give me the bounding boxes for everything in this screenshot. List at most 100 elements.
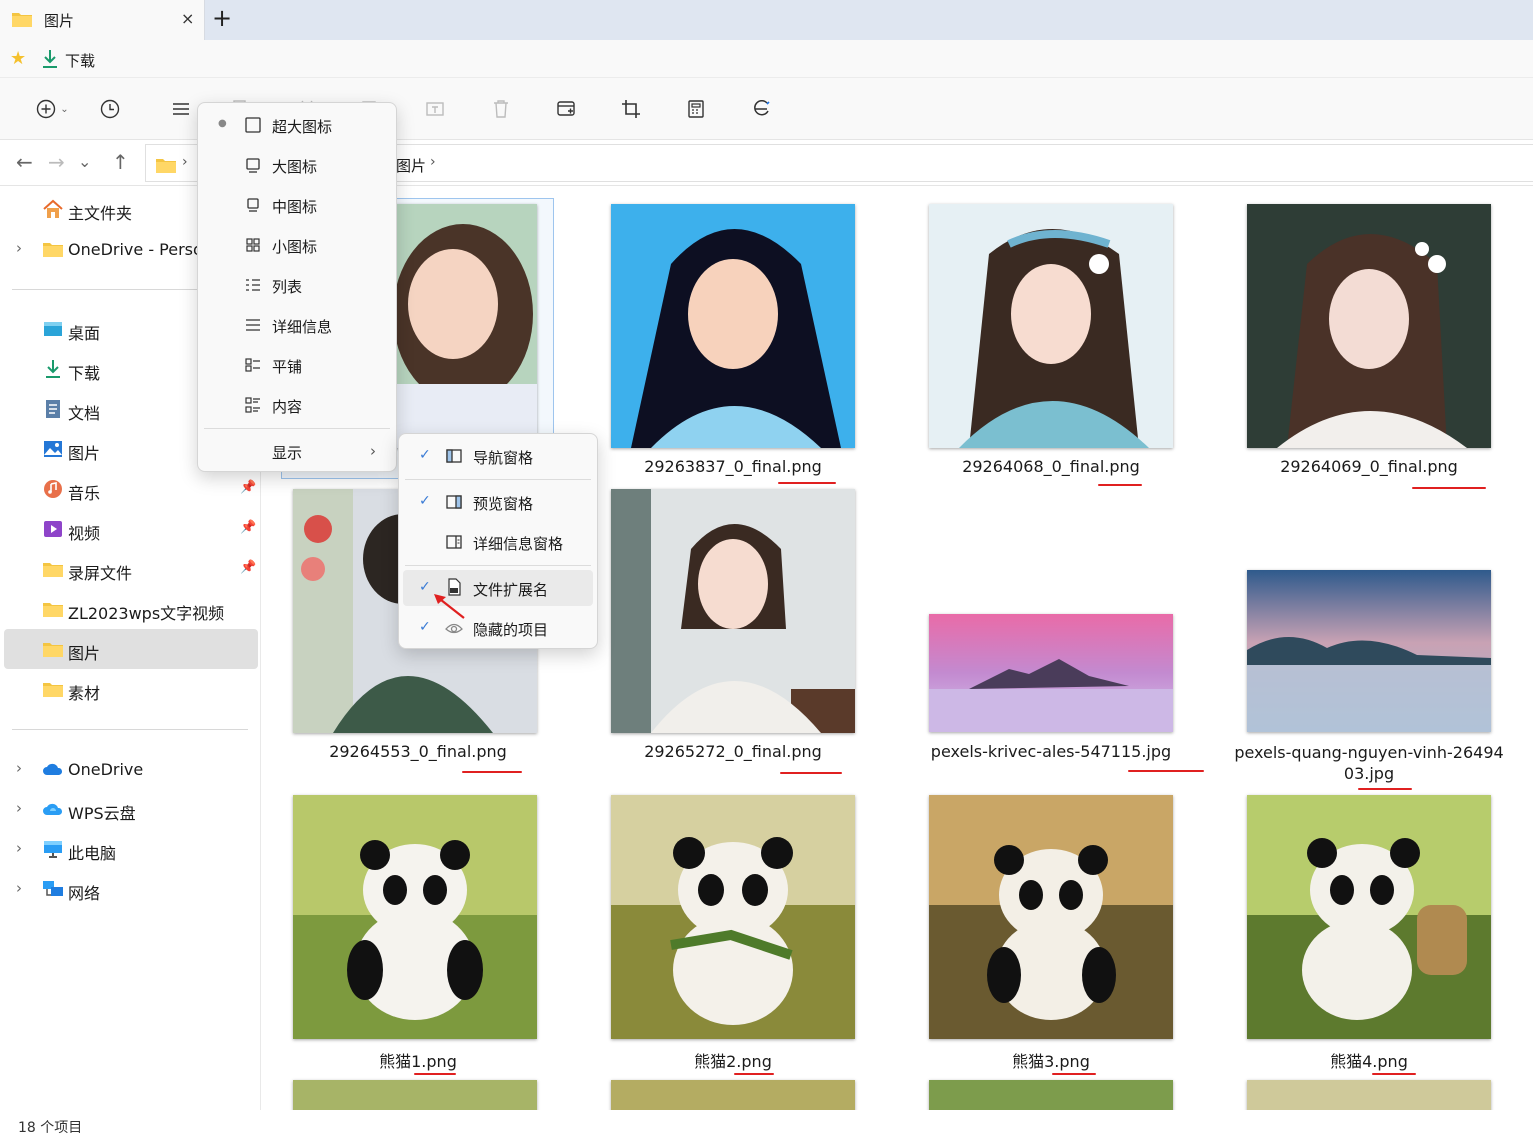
file-name[interactable]: 熊猫4.png bbox=[1219, 1048, 1519, 1072]
sidebar-item-label: 音乐 bbox=[68, 484, 101, 503]
menu-item-medium-icons[interactable]: 中图标 bbox=[202, 187, 392, 223]
chevron-right-icon[interactable]: › bbox=[16, 759, 22, 777]
file-thumbnail[interactable] bbox=[611, 204, 855, 448]
file-thumbnail-partial[interactable] bbox=[1247, 1080, 1491, 1110]
back-icon[interactable]: ← bbox=[16, 150, 33, 174]
sidebar-item-label: 桌面 bbox=[68, 324, 101, 343]
sidebar-item-screen-recordings[interactable]: 录屏文件 📌 bbox=[0, 549, 258, 589]
file-thumbnail[interactable] bbox=[1247, 204, 1491, 448]
file-name-multiline[interactable]: pexels-quang-nguyen-vinh-26494 03.jpg bbox=[1234, 742, 1504, 784]
recent-locations-icon[interactable]: ⌄ bbox=[78, 152, 91, 171]
file-thumbnail[interactable] bbox=[929, 795, 1173, 1039]
rename-button[interactable] bbox=[422, 94, 448, 124]
sidebar-item-onedrive[interactable]: › OneDrive bbox=[0, 749, 258, 789]
file-thumbnail[interactable] bbox=[1247, 570, 1491, 732]
file-thumbnail[interactable] bbox=[293, 795, 537, 1039]
nav-pane-icon bbox=[446, 449, 462, 463]
sidebar-item-this-pc[interactable]: › 此电脑 bbox=[0, 829, 258, 869]
up-icon[interactable]: ↑ bbox=[112, 150, 129, 174]
check-icon: ✓ bbox=[419, 493, 431, 509]
file-name-line: pexels-quang-nguyen-vinh-26494 bbox=[1234, 743, 1504, 762]
recent-button[interactable] bbox=[97, 94, 123, 124]
sidebar-item-network[interactable]: › 网络 bbox=[0, 869, 258, 909]
browser-button[interactable] bbox=[748, 94, 774, 124]
music-icon bbox=[44, 480, 62, 498]
menu-item-large-icons[interactable]: 大图标 bbox=[202, 147, 392, 183]
menu-item-content[interactable]: 内容 bbox=[202, 387, 392, 423]
file-thumbnail[interactable] bbox=[929, 204, 1173, 448]
pin-icon[interactable]: 📌 bbox=[240, 480, 256, 495]
image-panda-2 bbox=[611, 795, 855, 1039]
screen-button[interactable] bbox=[553, 94, 579, 124]
annotation-underline bbox=[1372, 1073, 1416, 1075]
file-thumbnail-partial[interactable] bbox=[929, 1080, 1173, 1110]
annotation-underline bbox=[462, 771, 522, 773]
menu-item-extra-large-icons[interactable]: ● 超大图标 bbox=[202, 107, 392, 143]
sidebar-item-pictures-folder[interactable]: 图片 bbox=[4, 629, 258, 669]
menu-item-label: 大图标 bbox=[272, 158, 318, 176]
sidebar-item-music[interactable]: 音乐 📌 bbox=[0, 469, 258, 509]
breadcrumb-separator[interactable]: › bbox=[430, 154, 436, 170]
menu-item-show[interactable]: 显示 › bbox=[202, 433, 392, 469]
file-name[interactable]: 29264068_0_final.png bbox=[901, 457, 1201, 476]
view-icon bbox=[173, 103, 189, 115]
file-name[interactable]: pexels-krivec-ales-547115.jpg bbox=[901, 742, 1201, 761]
download-icon bbox=[43, 50, 57, 68]
sidebar-item-zl2023[interactable]: ZL2023wps文字视频 bbox=[0, 589, 258, 629]
file-thumbnail[interactable] bbox=[929, 614, 1173, 732]
view-menu: ● 超大图标 大图标 中图标 小图标 列表 详细信息 平铺 内容 显示 › bbox=[197, 102, 397, 472]
favorites-bar: ★ 下载 bbox=[0, 40, 1533, 78]
pin-icon[interactable]: 📌 bbox=[240, 520, 256, 535]
new-tab-button[interactable]: + bbox=[209, 4, 235, 32]
file-name[interactable]: 熊猫2.png bbox=[583, 1048, 883, 1072]
desktop-icon bbox=[44, 322, 62, 336]
menu-item-label: 文件扩展名 bbox=[473, 581, 549, 599]
menu-item-preview-pane[interactable]: ✓ 预览窗格 bbox=[403, 484, 593, 520]
menu-item-details-pane[interactable]: 详细信息窗格 bbox=[403, 524, 593, 560]
sidebar-item-wps-cloud[interactable]: › WPS云盘 bbox=[0, 789, 258, 829]
sidebar-item-assets[interactable]: 素材 bbox=[0, 669, 258, 709]
file-name[interactable]: 29264553_0_final.png bbox=[268, 742, 568, 761]
menu-item-list[interactable]: 列表 bbox=[202, 267, 392, 303]
view-button[interactable] bbox=[163, 94, 199, 124]
star-icon: ★ bbox=[10, 48, 27, 69]
file-name[interactable]: 熊猫3.png bbox=[901, 1048, 1201, 1072]
video-icon bbox=[44, 521, 62, 537]
chevron-right-icon[interactable]: › bbox=[16, 239, 22, 257]
pin-icon[interactable]: 📌 bbox=[240, 560, 256, 575]
menu-item-label: 超大图标 bbox=[272, 118, 333, 136]
forward-icon[interactable]: → bbox=[48, 150, 65, 174]
chevron-right-icon[interactable]: › bbox=[16, 879, 22, 897]
file-name[interactable]: 29264069_0_final.png bbox=[1219, 457, 1519, 476]
folder-icon bbox=[43, 563, 63, 577]
sidebar-item-videos[interactable]: 视频 📌 bbox=[0, 509, 258, 549]
breadcrumb-current[interactable]: 图片 bbox=[396, 155, 426, 176]
tab-pictures[interactable]: 图片 × bbox=[0, 0, 205, 40]
crop-button[interactable] bbox=[618, 94, 644, 124]
favorite-item-label: 下载 bbox=[65, 52, 96, 70]
chevron-right-icon[interactable]: › bbox=[16, 799, 22, 817]
chevron-right-icon[interactable]: › bbox=[16, 839, 22, 857]
file-thumbnail[interactable] bbox=[611, 489, 855, 733]
new-button[interactable]: ⌄ bbox=[32, 94, 72, 124]
menu-item-navigation-pane[interactable]: ✓ 导航窗格 bbox=[403, 438, 593, 474]
file-thumbnail-partial[interactable] bbox=[611, 1080, 855, 1110]
image-girl-teal bbox=[929, 204, 1173, 448]
file-thumbnail-partial[interactable] bbox=[293, 1080, 537, 1110]
sidebar-item-label: ZL2023wps文字视频 bbox=[68, 604, 225, 623]
small-icons-icon bbox=[246, 238, 260, 252]
chevron-down-icon: ⌄ bbox=[60, 103, 69, 115]
menu-item-tiles[interactable]: 平铺 bbox=[202, 347, 392, 383]
file-name[interactable]: 29263837_0_final.png bbox=[583, 457, 883, 476]
file-thumbnail[interactable] bbox=[611, 795, 855, 1039]
close-icon[interactable]: × bbox=[181, 9, 194, 28]
file-name[interactable]: 29265272_0_final.png bbox=[583, 742, 883, 761]
file-name[interactable]: 熊猫1.png bbox=[268, 1048, 568, 1072]
menu-item-label: 平铺 bbox=[272, 358, 303, 376]
menu-item-small-icons[interactable]: 小图标 bbox=[202, 227, 392, 263]
file-thumbnail[interactable] bbox=[1247, 795, 1491, 1039]
menu-item-details[interactable]: 详细信息 bbox=[202, 307, 392, 343]
delete-button[interactable] bbox=[488, 94, 514, 124]
home-icon bbox=[43, 199, 63, 218]
calculator-button[interactable] bbox=[683, 94, 709, 124]
